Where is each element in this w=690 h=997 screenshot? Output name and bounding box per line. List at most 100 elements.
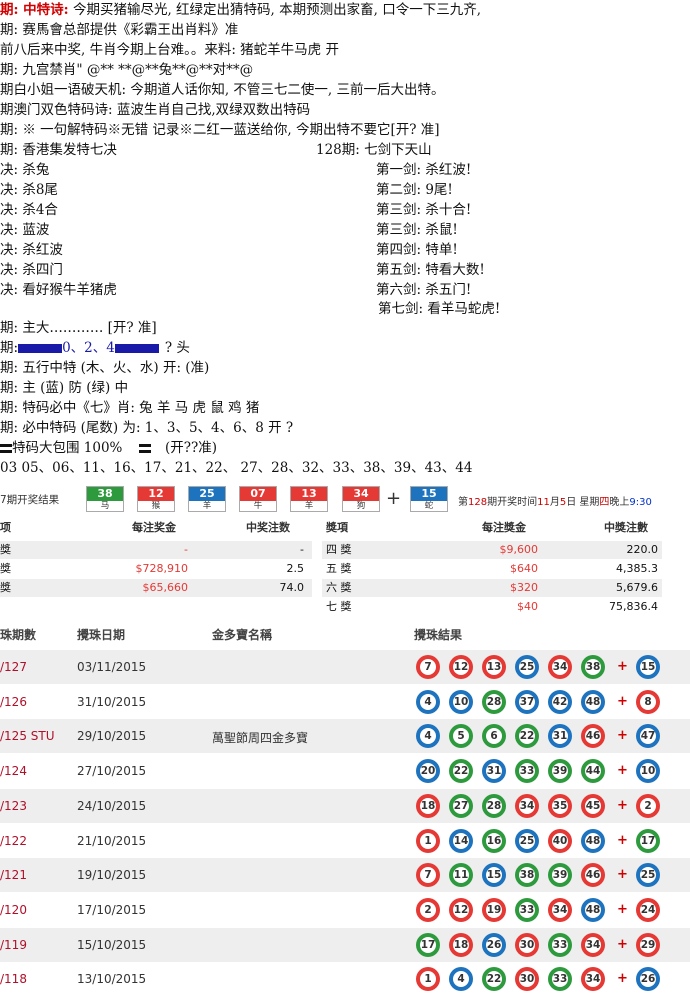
special-ball: 17: [636, 828, 660, 853]
ball-number: 7: [420, 659, 436, 675]
draw-result-label: 7期开奖结果: [0, 494, 60, 506]
header-cell: 獎項: [326, 521, 348, 534]
result-ball: 34: [581, 932, 605, 957]
prize-amount: $9,600: [499, 543, 539, 556]
result-ball: 4: [416, 724, 440, 749]
ball-number: 12: [453, 659, 469, 675]
table-row: /125 STU 29/10/2015 萬聖節周四金多寶 4 5 6 22 31 46 +47: [0, 719, 690, 754]
poem-line-text: 期: 九宫禁肖" @** **@**兔**@**对**@: [0, 62, 254, 78]
plus-sign: +: [617, 797, 628, 813]
draw-id: /119: [0, 937, 27, 952]
result-ball: 28: [482, 689, 506, 714]
ball-number: 26: [640, 971, 656, 988]
ball-number: 38: [585, 659, 601, 675]
plus-sign: +: [617, 728, 628, 744]
ball-number: 10: [640, 763, 656, 780]
prize-name: 六 獎: [326, 581, 352, 594]
result-number: 13: [291, 487, 327, 501]
ball-number: 29: [640, 936, 656, 953]
result-ball: 39: [548, 863, 572, 888]
prize-amount: -: [184, 543, 188, 556]
draw-id: /126: [0, 694, 27, 709]
ball-number: 34: [552, 659, 568, 675]
ball-number: 34: [519, 797, 535, 814]
ball-number: 13: [486, 659, 502, 675]
ball-number: 28: [486, 693, 502, 710]
result-ball: 40: [548, 828, 572, 853]
prize-amount: $40: [517, 600, 538, 613]
prize-name: 獎: [0, 543, 11, 556]
result-ball: 17: [416, 932, 440, 957]
result-ball: 16: [482, 828, 506, 853]
ball-number: 42: [552, 693, 568, 710]
next-draw-info: 第128期开奖时间11月5日 星期四晚上9:30: [458, 493, 652, 508]
ball-number: 30: [519, 936, 535, 953]
result-ball: 38: [515, 863, 539, 888]
result-ball: 46: [581, 863, 605, 888]
ball-number: 22: [486, 971, 502, 988]
ball-number: 33: [519, 901, 535, 918]
ball-number: 16: [486, 832, 502, 849]
result-number-cell: 25 羊: [188, 486, 226, 512]
poem-line-text: 期澳门双色特码诗: 蓝波生肖自己找,双绿双数出特码: [0, 102, 311, 118]
ball-number: 25: [640, 867, 656, 884]
draw-id: /127: [0, 660, 27, 674]
seven-swords-item: 第六剑: 杀五门!: [376, 282, 472, 298]
mid-line-prefix: 期:: [0, 340, 19, 356]
result-ball: 46: [581, 724, 605, 749]
prize-row: 五 獎 $640 4,385.3: [322, 560, 662, 578]
special-ball: 8: [636, 689, 660, 714]
result-ball: 28: [482, 793, 506, 818]
result-ball: 20: [416, 759, 440, 784]
ball-number: 30: [519, 971, 535, 988]
result-ball: 34: [581, 967, 605, 992]
result-ball: 48: [581, 897, 605, 922]
seven-tips-item: 决: 杀兔: [0, 162, 50, 178]
result-ball: 4: [416, 689, 440, 714]
header-cell: 攪珠結果: [414, 628, 463, 642]
result-ball: 13: [482, 655, 506, 679]
next-weekday: 四: [599, 497, 610, 508]
result-ball: 22: [449, 759, 473, 784]
header-cell: 攪珠日期: [77, 628, 126, 642]
draw-id: /125 STU: [0, 729, 55, 744]
result-ball: 39: [548, 759, 572, 784]
plus-sign: +: [617, 763, 628, 779]
poem-line-text: 期白小姐一语破天机: 今期道人话你知, 不管三七二使一, 三前一后大出特。: [0, 82, 445, 98]
ball-number: 17: [420, 936, 436, 953]
seven-tips-item: 决: 看好猴牛羊猪虎: [0, 282, 117, 298]
seven-swords-item: 第五剑: 特看大数!: [376, 262, 485, 278]
poem-line: 期白小姐一语破天机: 今期道人话你知, 不管三七二使一, 三前一后大出特。: [0, 80, 445, 100]
ball-number: 40: [552, 832, 568, 849]
prize-row: 獎 $728,910 2.5: [0, 560, 312, 578]
draw-date: 13/10/2015: [77, 972, 147, 987]
header-cell: 每注獎金: [482, 521, 526, 534]
prize-name: 五 獎: [326, 562, 352, 575]
mid-line: 期: 主大………… [开? 准]: [0, 320, 157, 336]
result-number-cell: 38 马: [86, 486, 124, 512]
prize-count: 74.0: [279, 581, 305, 594]
result-ball: 25: [515, 655, 539, 679]
draw-id: /118: [0, 972, 27, 987]
ball-number: 27: [453, 797, 469, 814]
mid-line: 期: 特码必中《七》肖: 兔 羊 马 虎 鼠 鸡 猪: [0, 400, 260, 416]
ball-number: 10: [453, 693, 469, 710]
draw-date: 24/10/2015: [77, 798, 147, 813]
result-ball: 27: [449, 793, 473, 818]
draw-id: /123: [0, 798, 27, 813]
result-ball: 25: [515, 828, 539, 853]
result-ball: 1: [416, 967, 440, 992]
result-ball: 5: [449, 724, 473, 749]
result-ball: 37: [515, 689, 539, 714]
ball-number: 33: [552, 971, 568, 988]
poem-line-text: 期: 中特诗: 今期买猪输尽光, 红绿定出猜特码, 本期预测出家畜, 口令一下三…: [0, 2, 482, 18]
header-cell: 珠期數: [0, 628, 37, 642]
info-text: 第: [458, 497, 468, 508]
seven-swords-header: 128期: 七剑下天山: [316, 142, 432, 158]
poem-line-text: 前八后来中奖, 牛肖今期上台难。。来料: 猪蛇羊牛马虎 开: [0, 42, 339, 58]
plus-sign: +: [617, 971, 628, 987]
bar-graphic: [18, 344, 63, 353]
head-numbers: 0、2、4: [62, 340, 115, 356]
result-ball: 11: [449, 863, 473, 888]
special-number: 15: [411, 487, 447, 501]
